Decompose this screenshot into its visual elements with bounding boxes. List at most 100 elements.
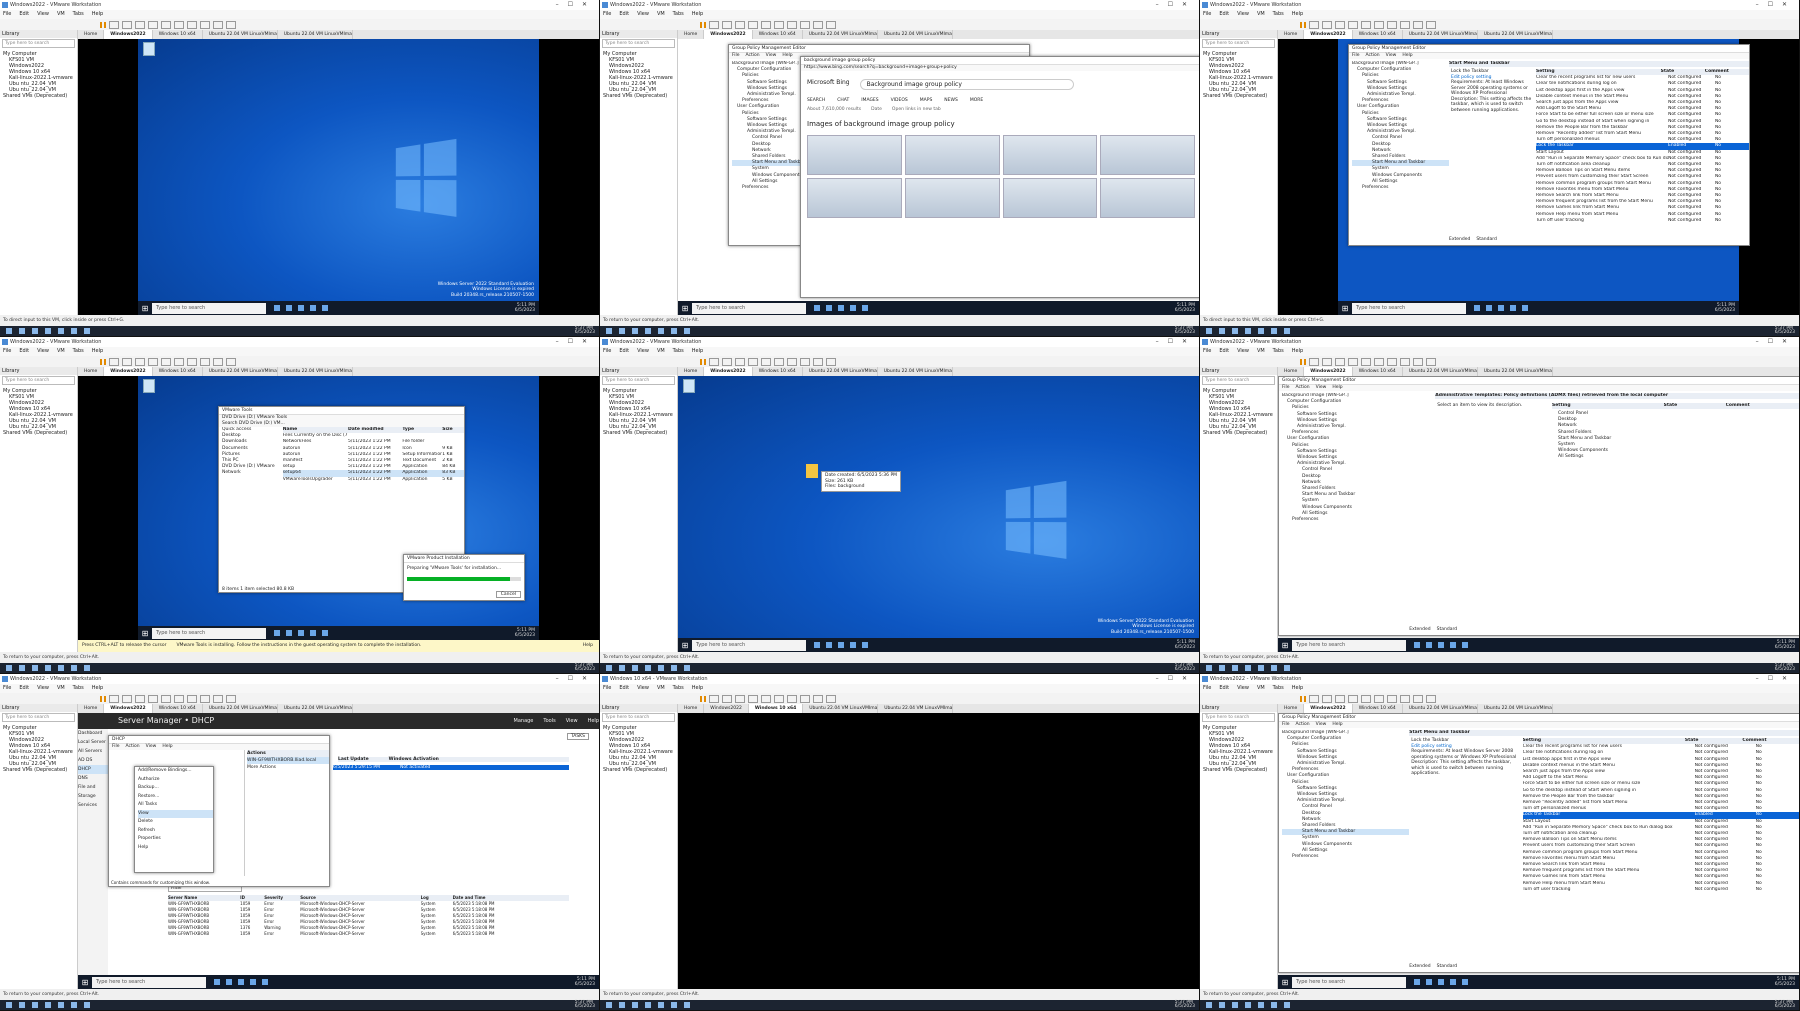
open-new-tab-toggle[interactable]: Open links in new tab bbox=[892, 107, 941, 112]
pause-icon[interactable] bbox=[1300, 695, 1306, 702]
send-ctrl-alt-del-icon[interactable] bbox=[709, 694, 719, 703]
folder-item[interactable]: All Settings bbox=[1552, 454, 1799, 460]
vm-tab[interactable]: Windows2022 bbox=[1304, 30, 1353, 39]
vm-tab[interactable]: Ubuntu 22.04 VM LinuxVMIma... bbox=[203, 30, 278, 39]
tasks-button[interactable]: TASKS bbox=[566, 733, 589, 740]
library-toggle-icon[interactable] bbox=[761, 694, 771, 703]
full-screen-icon[interactable] bbox=[200, 694, 210, 703]
host-edge-icon[interactable] bbox=[658, 665, 664, 671]
host-vmware-icon[interactable] bbox=[684, 665, 690, 671]
vm-tab[interactable]: Windows2022 bbox=[104, 704, 153, 713]
file-explorer-icon[interactable] bbox=[838, 642, 844, 648]
host-search-icon[interactable] bbox=[619, 665, 625, 671]
guest-clock[interactable]: 5:11 PM 6/5/2023 bbox=[1775, 977, 1799, 987]
server-row[interactable]: 6/5/2023 5:29:15 PM Not activated bbox=[333, 765, 569, 770]
vm-tab[interactable]: Ubuntu 22.04 VM LinuxVMIma... bbox=[278, 704, 353, 713]
menu-item-file[interactable]: File bbox=[603, 10, 611, 19]
host-clock[interactable]: 5:37 PM 6/5/2023 bbox=[1775, 1000, 1799, 1010]
host-explorer-icon[interactable] bbox=[645, 328, 651, 334]
event-row[interactable]: WIN-GF9WTHXBORB 1059 Error Microsoft-Window… bbox=[168, 931, 569, 937]
host-clock[interactable]: 5:37 PM 6/5/2023 bbox=[1175, 326, 1199, 336]
menu-item-tabs[interactable]: Tabs bbox=[73, 10, 84, 19]
manage-snapshots-icon[interactable] bbox=[748, 694, 758, 703]
vm-tab[interactable]: Home bbox=[1278, 30, 1305, 39]
vm-tab[interactable]: Windows 10 x64 bbox=[153, 367, 203, 376]
window-controls[interactable]: –☐✕ bbox=[1156, 674, 1196, 684]
bing-nav-chat[interactable]: CHAT bbox=[837, 98, 849, 103]
host-explorer-icon[interactable] bbox=[1245, 1002, 1251, 1008]
console-view-icon[interactable] bbox=[787, 357, 797, 366]
edge-icon[interactable] bbox=[826, 642, 832, 648]
host-vmware-icon[interactable] bbox=[84, 1002, 90, 1008]
menu-item-tabs[interactable]: Tabs bbox=[1273, 684, 1284, 693]
menu-item-view[interactable]: View bbox=[1237, 684, 1249, 693]
edge-icon[interactable] bbox=[1486, 305, 1492, 311]
revert-snapshot-icon[interactable] bbox=[135, 357, 145, 366]
gpme-menu-item[interactable]: Help bbox=[782, 53, 792, 58]
vm-tab[interactable]: Home bbox=[678, 30, 705, 39]
powershell-icon[interactable] bbox=[322, 305, 328, 311]
bottom-tab[interactable]: Extended bbox=[1409, 964, 1430, 969]
revert-snapshot-icon[interactable] bbox=[735, 694, 745, 703]
manage-snapshots-icon[interactable] bbox=[1348, 357, 1358, 366]
thumbnail-icon[interactable] bbox=[1374, 357, 1384, 366]
vm-tab[interactable]: Ubuntu 22.04 VM LinuxVMIma... bbox=[803, 30, 878, 39]
host-clock[interactable]: 5:37 PM 6/5/2023 bbox=[1775, 326, 1799, 336]
menu-item-view[interactable]: View bbox=[1237, 347, 1249, 356]
library-toggle-icon[interactable] bbox=[161, 694, 171, 703]
vm-tab[interactable]: Windows2022 bbox=[104, 367, 153, 376]
bottom-tab[interactable]: Extended bbox=[1449, 237, 1470, 242]
edge-icon[interactable] bbox=[286, 305, 292, 311]
host-task-view-icon[interactable] bbox=[632, 665, 638, 671]
console-view-icon[interactable] bbox=[187, 694, 197, 703]
vm-tab[interactable]: Home bbox=[678, 367, 705, 376]
pause-icon[interactable] bbox=[700, 358, 706, 365]
task-view-icon[interactable] bbox=[814, 305, 820, 311]
bing-nav-more[interactable]: MORE bbox=[970, 98, 983, 103]
host-clock[interactable]: 5:37 PM 6/5/2023 bbox=[575, 663, 599, 673]
menu-item-help[interactable]: Help bbox=[692, 347, 703, 356]
background-file-icon[interactable] bbox=[806, 464, 818, 478]
server-manager-icon[interactable] bbox=[1450, 979, 1456, 985]
menu-item-file[interactable]: File bbox=[1203, 684, 1211, 693]
bottom-tab[interactable]: Standard bbox=[1437, 627, 1457, 632]
menu-item-vm[interactable]: VM bbox=[657, 684, 665, 693]
actions-server-item[interactable]: WIN-GF9WTHXBORB.Iliad.local bbox=[247, 757, 329, 764]
host-edge-icon[interactable] bbox=[658, 328, 664, 334]
unity-icon[interactable] bbox=[813, 694, 823, 703]
task-view-icon[interactable] bbox=[1414, 642, 1420, 648]
host-clock[interactable]: 5:37 PM 6/5/2023 bbox=[1775, 663, 1799, 673]
vm-tab[interactable]: Windows2022 bbox=[704, 367, 753, 376]
stretch-icon[interactable] bbox=[826, 20, 836, 29]
menu-item-vm[interactable]: VM bbox=[1257, 347, 1265, 356]
host-task-view-icon[interactable] bbox=[32, 328, 38, 334]
vm-tab[interactable]: Home bbox=[78, 704, 105, 713]
bing-nav-news[interactable]: NEWS bbox=[944, 98, 958, 103]
pause-icon[interactable] bbox=[100, 358, 106, 365]
guest-search-box[interactable]: Type here to search bbox=[1292, 639, 1406, 651]
manage-snapshots-icon[interactable] bbox=[1348, 20, 1358, 29]
vm-tab[interactable]: Ubuntu 22.04 VM LinuxVMIma... bbox=[203, 367, 278, 376]
host-task-view-icon[interactable] bbox=[32, 665, 38, 671]
snapshot-icon[interactable] bbox=[722, 694, 732, 703]
menu-item-vm[interactable]: VM bbox=[657, 10, 665, 19]
menu-item-view[interactable]: View bbox=[1237, 10, 1249, 19]
host-explorer-icon[interactable] bbox=[45, 328, 51, 334]
library-search-input[interactable]: Type here to search bbox=[1202, 376, 1275, 385]
vm-tab[interactable]: Ubuntu 22.04 VM LinuxVMIma... bbox=[803, 367, 878, 376]
file-explorer-icon[interactable] bbox=[298, 305, 304, 311]
library-vm-item[interactable]: Shared VMs (Deprecated) bbox=[603, 93, 677, 99]
snapshot-icon[interactable] bbox=[722, 20, 732, 29]
gpme-menu-item[interactable]: Help bbox=[1332, 722, 1342, 727]
snapshot-icon[interactable] bbox=[122, 694, 132, 703]
library-vm-item[interactable]: Shared VMs (Deprecated) bbox=[3, 767, 77, 773]
gpme-menu-item[interactable]: File bbox=[1282, 722, 1290, 727]
full-screen-icon[interactable] bbox=[800, 20, 810, 29]
host-start-icon[interactable] bbox=[606, 1002, 612, 1008]
vm-tab[interactable]: Windows 10 x64 bbox=[753, 367, 803, 376]
context-menu-item[interactable]: Delete bbox=[138, 818, 213, 827]
library-vm-item[interactable]: Shared VMs (Deprecated) bbox=[1203, 767, 1277, 773]
manage-snapshots-icon[interactable] bbox=[148, 20, 158, 29]
library-search-input[interactable]: Type here to search bbox=[2, 713, 75, 722]
host-start-icon[interactable] bbox=[606, 665, 612, 671]
